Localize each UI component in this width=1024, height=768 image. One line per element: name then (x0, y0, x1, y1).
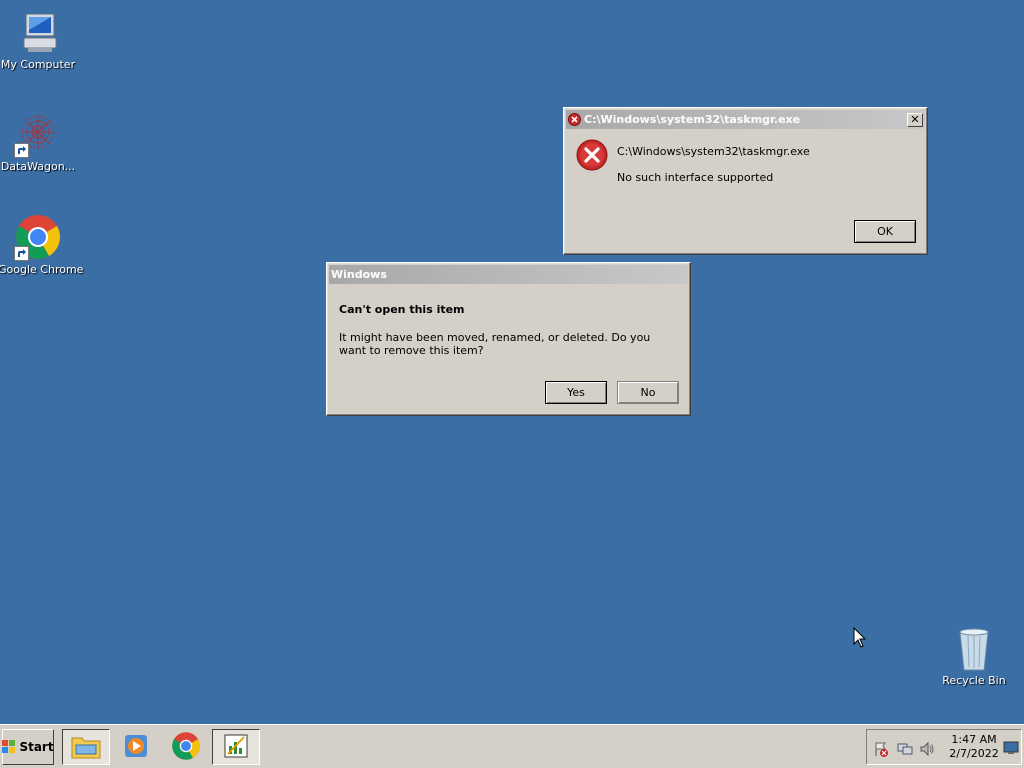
chrome-icon (14, 213, 62, 261)
chart-app-icon (222, 732, 250, 763)
error-message-text: No such interface supported (617, 171, 774, 184)
cant-open-dialog-titlebar[interactable]: Windows (329, 265, 688, 284)
taskbar-chrome[interactable] (162, 729, 210, 765)
datawagon-icon (14, 110, 62, 158)
desktop-icon-google-chrome[interactable]: Google Chrome (0, 213, 84, 276)
desktop-icon-my-computer[interactable]: My Computer (0, 8, 78, 71)
recycle-bin-icon (950, 624, 998, 672)
chrome-icon (171, 731, 201, 764)
no-button[interactable]: No (617, 381, 679, 404)
show-desktop-icon[interactable] (1003, 741, 1019, 758)
shortcut-arrow-icon (14, 246, 29, 261)
close-button[interactable]: ✕ (907, 112, 923, 127)
computer-icon (14, 8, 62, 56)
desktop-icon-label: Google Chrome (0, 263, 84, 276)
cant-open-dialog-title: Windows (331, 268, 387, 281)
desktop-icon-label: My Computer (0, 58, 76, 71)
system-tray: 1:47 AM 2/7/2022 (866, 729, 1022, 765)
taskbar-chart-app[interactable] (212, 729, 260, 765)
error-small-icon (568, 113, 581, 126)
error-dialog: C:\Windows\system32\taskmgr.exe ✕ C:\Win… (563, 107, 928, 255)
taskbar-file-explorer[interactable] (62, 729, 110, 765)
error-dialog-title: C:\Windows\system32\taskmgr.exe (584, 113, 801, 126)
desktop: My Computer DataWagon... Google Chrome R… (0, 0, 1024, 724)
desktop-icon-label: DataWagon... (0, 160, 76, 173)
ok-button[interactable]: OK (854, 220, 916, 243)
cant-open-message: It might have been moved, renamed, or de… (339, 331, 651, 357)
error-path-text: C:\Windows\system32\taskmgr.exe (617, 145, 810, 158)
file-explorer-icon (70, 732, 102, 763)
error-dialog-titlebar[interactable]: C:\Windows\system32\taskmgr.exe ✕ (566, 110, 925, 129)
shortcut-arrow-icon (14, 143, 29, 158)
clock[interactable]: 1:47 AM 2/7/2022 (945, 733, 1003, 761)
desktop-icon-datawagon[interactable]: DataWagon... (0, 110, 78, 173)
mouse-cursor-icon (853, 626, 867, 652)
cant-open-dialog: Windows Can't open this item It might ha… (326, 262, 691, 416)
taskbar: Start 1:47 AM 2/7/2022 (0, 724, 1024, 768)
start-button[interactable]: Start (2, 729, 54, 765)
media-player-icon (122, 732, 150, 763)
windows-logo-icon (2, 740, 16, 754)
network-icon[interactable] (897, 741, 913, 760)
volume-icon[interactable] (919, 741, 935, 760)
clock-time: 1:47 AM (951, 733, 997, 746)
desktop-icon-label: Recycle Bin (942, 674, 1006, 687)
close-icon: ✕ (910, 113, 920, 126)
yes-button[interactable]: Yes (545, 381, 607, 404)
clock-date: 2/7/2022 (949, 747, 999, 760)
desktop-icon-recycle-bin[interactable]: Recycle Bin (934, 624, 1014, 687)
taskbar-media-player[interactable] (112, 729, 160, 765)
error-icon (576, 139, 608, 174)
cant-open-heading: Can't open this item (339, 303, 465, 316)
action-center-flag-icon[interactable] (873, 741, 889, 760)
start-label: Start (19, 740, 54, 754)
